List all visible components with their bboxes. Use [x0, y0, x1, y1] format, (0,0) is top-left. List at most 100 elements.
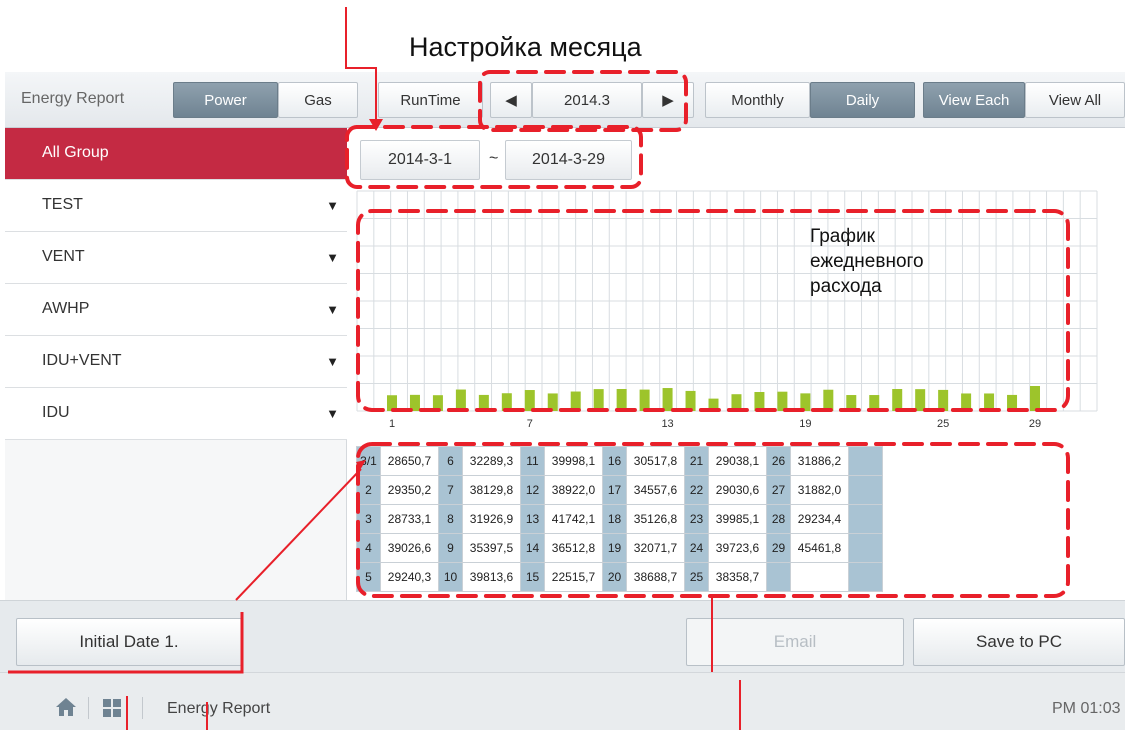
- day-cell: 2: [356, 475, 381, 505]
- sidebar-item-vent[interactable]: VENT ▼: [5, 232, 347, 284]
- day-cell: 10: [438, 562, 463, 592]
- x-tick-label: 29: [1029, 418, 1041, 430]
- value-cell: 31886,2: [790, 446, 849, 476]
- tab-runtime[interactable]: RunTime: [378, 82, 483, 118]
- value-cell: 39723,6: [708, 533, 767, 563]
- save-to-pc-button[interactable]: Save to PC: [913, 618, 1125, 666]
- day-cell: 3: [356, 504, 381, 534]
- sidebar-item-idu[interactable]: IDU ▼: [5, 388, 347, 440]
- chart-bar: [731, 394, 742, 411]
- value-cell: 29030,6: [708, 475, 767, 505]
- caret-down-icon[interactable]: ▼: [326, 406, 339, 421]
- initial-date-button[interactable]: Initial Date 1.: [16, 618, 242, 666]
- start-date-button[interactable]: 2014-3-1: [360, 140, 480, 180]
- pad-cell: [848, 475, 883, 505]
- caret-down-icon[interactable]: ▼: [326, 302, 339, 317]
- value-cell: 36512,8: [544, 533, 603, 563]
- day-cell: 25: [684, 562, 709, 592]
- clock: PM 01:03: [1052, 700, 1121, 717]
- table-row: 4 39026,6 9 35397,5 14 36512,8 19 32071,7 24 3972…: [356, 533, 883, 563]
- day-cell: 3/1: [356, 446, 381, 476]
- value-cell: 35397,5: [462, 533, 521, 563]
- value-cell: 39998,1: [544, 446, 603, 476]
- value-cell: 45461,8: [790, 533, 849, 563]
- sidebar-item-label: VENT: [42, 248, 85, 265]
- chart-bar: [984, 393, 995, 411]
- chart-bar: [892, 389, 903, 411]
- value-cell: 28733,1: [380, 504, 439, 534]
- value-cell: [790, 562, 849, 592]
- chart-bar: [754, 391, 765, 411]
- grid-menu-icon[interactable]: [102, 698, 122, 723]
- value-cell: 38688,7: [626, 562, 685, 592]
- day-cell: 19: [602, 533, 627, 563]
- view-all-button[interactable]: View All: [1025, 82, 1125, 118]
- table-row: 3 28733,1 8 31926,9 13 41742,1 18 35126,8 23 3998…: [356, 504, 883, 534]
- sidebar-item-awhp[interactable]: AWHP ▼: [5, 284, 347, 336]
- day-cell: 12: [520, 475, 545, 505]
- day-cell: 13: [520, 504, 545, 534]
- sidebar-item-label: IDU+VENT: [42, 352, 122, 369]
- daily-button[interactable]: Daily: [810, 82, 915, 118]
- app-title: Energy Report: [21, 90, 125, 107]
- value-cell: 41742,1: [544, 504, 603, 534]
- value-cell: 32071,7: [626, 533, 685, 563]
- day-cell: 11: [520, 446, 545, 476]
- email-button[interactable]: Email: [686, 618, 904, 666]
- sidebar-item-label: TEST: [42, 196, 83, 213]
- pad-cell: [848, 533, 883, 563]
- group-sidebar: All Group TEST ▼ VENT ▼ AWHP ▼ IDU+VENT …: [5, 128, 347, 600]
- day-cell: 4: [356, 533, 381, 563]
- pad-cell: [848, 562, 883, 592]
- month-display: 2014.3: [532, 82, 642, 118]
- x-tick-label: 19: [799, 418, 811, 430]
- value-cell: 34557,6: [626, 475, 685, 505]
- breadcrumb: Energy Report: [167, 700, 271, 717]
- sidebar-item-idu-vent[interactable]: IDU+VENT ▼: [5, 336, 347, 388]
- pad-cell: [848, 504, 883, 534]
- chart-bar: [616, 389, 627, 411]
- tab-gas[interactable]: Gas: [278, 82, 358, 118]
- value-cell: 29240,3: [380, 562, 439, 592]
- caret-down-icon[interactable]: ▼: [326, 250, 339, 265]
- x-tick-label: 13: [661, 418, 673, 430]
- chart-bar: [1007, 394, 1018, 411]
- value-cell: 32289,3: [462, 446, 521, 476]
- monthly-button[interactable]: Monthly: [705, 82, 810, 118]
- day-cell: 9: [438, 533, 463, 563]
- date-range-separator: ~: [489, 150, 499, 167]
- chart-bar: [409, 394, 420, 411]
- day-cell: 5: [356, 562, 381, 592]
- pad-cell: [848, 446, 883, 476]
- chart-bar: [570, 391, 581, 411]
- end-date-button[interactable]: 2014-3-29: [505, 140, 632, 180]
- day-cell: 6: [438, 446, 463, 476]
- caret-down-icon[interactable]: ▼: [326, 198, 339, 213]
- chart-bar: [708, 398, 719, 411]
- tab-power[interactable]: Power: [173, 82, 278, 118]
- prev-month-button[interactable]: ◀: [490, 82, 532, 118]
- chart-bar: [869, 395, 880, 411]
- next-month-button[interactable]: ▶: [642, 82, 694, 118]
- view-each-button[interactable]: View Each: [923, 82, 1025, 118]
- value-cell: 38358,7: [708, 562, 767, 592]
- chart-bar: [823, 389, 834, 411]
- value-cell: 39026,6: [380, 533, 439, 563]
- daily-usage-chart: 1 7 13 19 25 29: [356, 190, 1098, 430]
- caret-down-icon[interactable]: ▼: [326, 354, 339, 369]
- table-row: 5 29240,3 10 39813,6 15 22515,7 20 38688,7 25 383…: [356, 562, 883, 592]
- sidebar-item-test[interactable]: TEST ▼: [5, 180, 347, 232]
- chart-bar: [662, 388, 673, 411]
- chart-bar: [387, 395, 397, 411]
- day-cell: 22: [684, 475, 709, 505]
- chart-bar: [846, 395, 857, 411]
- home-icon[interactable]: [54, 695, 78, 724]
- chart-bar: [800, 393, 811, 411]
- daily-chart-caption: График ежедневного расхода: [810, 226, 924, 297]
- value-cell: 28650,7: [380, 446, 439, 476]
- sidebar-item-all-group[interactable]: All Group: [5, 128, 347, 180]
- value-cell: 38129,8: [462, 475, 521, 505]
- chart-bar: [639, 389, 650, 411]
- day-cell: 26: [766, 446, 791, 476]
- day-cell: [766, 562, 791, 592]
